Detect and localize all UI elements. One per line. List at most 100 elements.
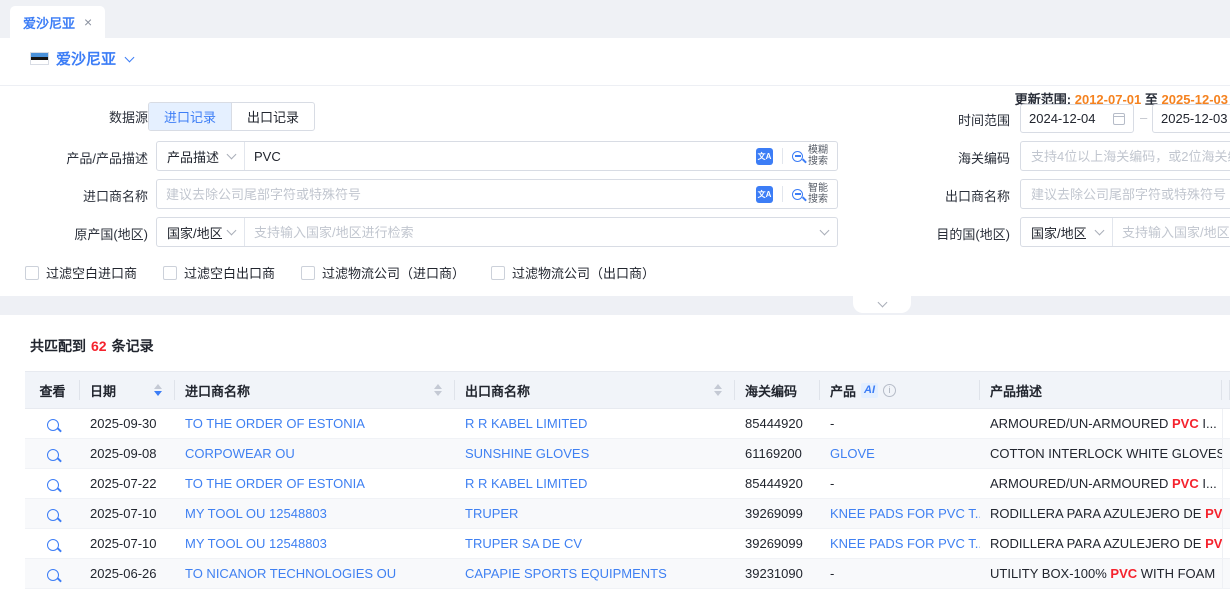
checkbox-icon [163, 266, 177, 280]
hs-code-input[interactable] [1020, 141, 1230, 171]
description-text: RODILLERA PARA AZULEJERO DE [990, 536, 1205, 551]
origin-country-select[interactable]: 国家/地区 [157, 218, 245, 246]
checkbox-icon [25, 266, 39, 280]
exporter-link[interactable]: SUNSHINE GLOVES [465, 446, 589, 461]
checkbox-filter-blank-importer[interactable]: 过滤空白进口商 [25, 263, 137, 282]
column-header-description: 产品描述 [980, 372, 1222, 409]
importer-input[interactable] [157, 187, 752, 202]
export-records-tab[interactable]: 出口记录 [231, 103, 314, 130]
divider [782, 148, 783, 164]
header-divider [0, 85, 1230, 86]
filter-checkbox-row: 过滤空白进口商 过滤空白出口商 过滤物流公司（进口商） 过滤物流公司（出口商） [25, 263, 655, 282]
results-summary: 共匹配到62条记录 [30, 336, 154, 356]
date-cell: 2025-07-10 [80, 499, 175, 529]
product-input[interactable] [245, 149, 752, 164]
description-text: RODILLERA PARA AZULEJERO DE [990, 506, 1205, 521]
exporter-link[interactable]: TRUPER [465, 506, 518, 521]
checkbox-filter-logistics-exporter[interactable]: 过滤物流公司（出口商） [491, 263, 655, 282]
description-cell: UTILITY BOX-100% PVC WITH FOAM [980, 559, 1222, 589]
view-cell [25, 559, 80, 589]
origin-country-input[interactable] [245, 225, 817, 240]
product-cell: KNEE PADS FOR PVC T... [820, 529, 980, 559]
hs-code-cell: 39269099 [735, 499, 820, 529]
exporter-cell: SUNSHINE GLOVES [455, 439, 735, 469]
exporter-input[interactable] [1020, 179, 1230, 209]
hs-code-cell: 39269099 [735, 529, 820, 559]
exporter-link[interactable]: R R KABEL LIMITED [465, 416, 587, 431]
view-cell [25, 529, 80, 559]
view-magnifier-icon[interactable] [47, 509, 59, 521]
table-row: 2025-09-08CORPOWEAR OUSUNSHINE GLOVES611… [25, 439, 1230, 469]
date-cell: 2025-06-26 [80, 559, 175, 589]
column-header-extra [1222, 372, 1230, 409]
exporter-link[interactable]: R R KABEL LIMITED [465, 476, 587, 491]
info-icon[interactable]: i [883, 384, 896, 397]
importer-link[interactable]: MY TOOL OU 12548803 [185, 506, 327, 521]
destination-country-select[interactable]: 国家/地区 [1021, 218, 1113, 246]
smart-search-button[interactable]: 智能 搜索 [792, 183, 828, 205]
product-cell: GLOVE [820, 439, 980, 469]
extra-cell [1222, 469, 1230, 499]
column-header-date[interactable]: 日期 [80, 372, 175, 409]
destination-country-input[interactable] [1113, 225, 1230, 240]
sort-icon [714, 384, 722, 396]
importer-cell: MY TOOL OU 12548803 [175, 529, 455, 559]
tab-estonia[interactable]: 爱沙尼亚 × [10, 6, 105, 38]
column-header-product: 产品 AI i [820, 372, 980, 409]
importer-link[interactable]: TO NICANOR TECHNOLOGIES OU [185, 566, 396, 581]
view-magnifier-icon[interactable] [47, 449, 59, 461]
product-link[interactable]: KNEE PADS FOR PVC T... [830, 506, 980, 521]
collapse-panel-button[interactable] [853, 296, 911, 313]
translate-icon[interactable]: 文A [756, 148, 773, 165]
exporter-link[interactable]: CAPAPIE SPORTS EQUIPMENTS [465, 566, 667, 581]
importer-link[interactable]: TO THE ORDER OF ESTONIA [185, 476, 365, 491]
chevron-down-icon [227, 226, 237, 236]
datasource-label: 数据源 [8, 107, 148, 126]
exporter-link[interactable]: TRUPER SA DE CV [465, 536, 582, 551]
description-cell: COTTON INTERLOCK WHITE GLOVES... [980, 439, 1222, 469]
product-cell: - [820, 469, 980, 499]
translate-icon[interactable]: 文A [756, 186, 773, 203]
view-cell [25, 499, 80, 529]
close-icon[interactable]: × [84, 15, 92, 29]
column-header-exporter[interactable]: 出口商名称 [455, 372, 735, 409]
product-label: 产品/产品描述 [8, 148, 148, 167]
exporter-cell: R R KABEL LIMITED [455, 469, 735, 499]
importer-link[interactable]: CORPOWEAR OU [185, 446, 295, 461]
checkbox-filter-logistics-importer[interactable]: 过滤物流公司（进口商） [301, 263, 465, 282]
datasource-segmented-control: 进口记录 出口记录 [148, 102, 315, 131]
description-text: COTTON INTERLOCK WHITE GLOVES... [990, 446, 1222, 461]
description-text: UTILITY BOX-100% [990, 566, 1110, 581]
column-header-importer[interactable]: 进口商名称 [175, 372, 455, 409]
records-table-wrap: 查看 日期 进口商名称 [25, 371, 1230, 589]
view-magnifier-icon[interactable] [47, 419, 59, 431]
country-selector[interactable]: 爱沙尼亚 [56, 48, 133, 69]
trade-data-app: 爱沙尼亚 × 爱沙尼亚 数据源 进口记录 出口记录 更新范围: 2012-07-… [0, 0, 1230, 594]
exporter-cell: TRUPER [455, 499, 735, 529]
description-highlight: PVC [1205, 536, 1222, 551]
description-highlight: PVC [1110, 566, 1137, 581]
view-magnifier-icon[interactable] [47, 479, 59, 491]
checkbox-filter-blank-exporter[interactable]: 过滤空白出口商 [163, 263, 275, 282]
description-text: I... [1199, 416, 1217, 431]
date-to-input[interactable]: 2025-12-03 [1152, 104, 1230, 133]
view-magnifier-icon[interactable] [47, 569, 59, 581]
product-type-select[interactable]: 产品描述 [157, 142, 245, 170]
hs-code-cell: 85444920 [735, 409, 820, 439]
view-cell [25, 439, 80, 469]
extra-cell [1222, 439, 1230, 469]
product-link[interactable]: KNEE PADS FOR PVC T... [830, 536, 980, 551]
date-from-input[interactable]: 2024-12-04 [1020, 104, 1134, 133]
calendar-icon[interactable] [1113, 113, 1125, 125]
description-text: ARMOURED/UN-ARMOURED [990, 416, 1172, 431]
estonia-flag-icon [30, 52, 49, 65]
view-magnifier-icon[interactable] [47, 539, 59, 551]
importer-link[interactable]: MY TOOL OU 12548803 [185, 536, 327, 551]
product-link[interactable]: GLOVE [830, 446, 875, 461]
import-records-tab[interactable]: 进口记录 [149, 103, 231, 130]
importer-link[interactable]: TO THE ORDER OF ESTONIA [185, 416, 365, 431]
fuzzy-search-button[interactable]: 模糊 搜索 [792, 145, 828, 167]
exporter-cell: TRUPER SA DE CV [455, 529, 735, 559]
table-row: 2025-07-10MY TOOL OU 12548803TRUPER SA D… [25, 529, 1230, 559]
importer-label: 进口商名称 [8, 186, 148, 205]
